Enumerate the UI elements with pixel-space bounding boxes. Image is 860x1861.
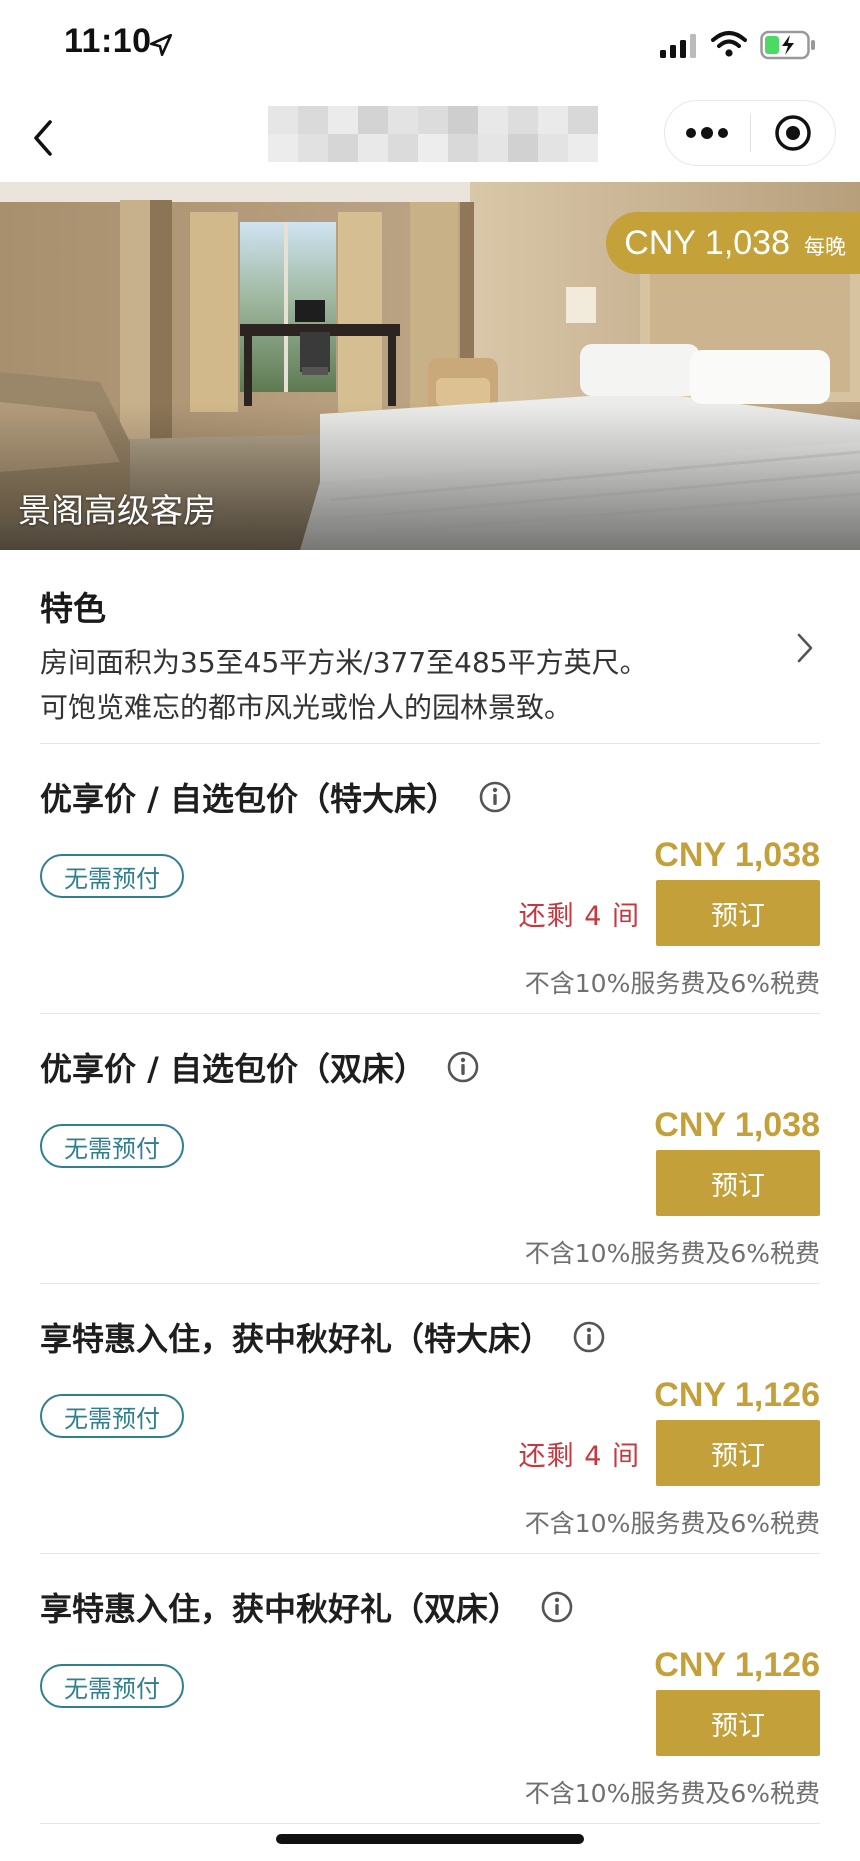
- tax-note: 不含10%服务费及6%税费: [524, 1779, 820, 1808]
- rate-option: 优享价 / 自选包价（特大床） 无需预付 CNY 1,038 还剩 4 间 预订…: [40, 744, 820, 1014]
- rate-price: CNY 1,038: [654, 836, 820, 874]
- book-button[interactable]: 预订: [656, 1690, 820, 1756]
- rate-title-text: 享特惠入住，获中秋好礼（双床）: [40, 1590, 521, 1628]
- rate-title-text: 享特惠入住，获中秋好礼（特大床）: [40, 1320, 553, 1358]
- nav-bar: [0, 92, 860, 182]
- more-button[interactable]: [665, 100, 750, 166]
- close-button[interactable]: [751, 100, 836, 166]
- wifi-icon: [711, 31, 747, 57]
- battery-charging-icon: [760, 30, 815, 60]
- hero-price: CNY 1,038: [624, 224, 790, 262]
- page-title-blurred: [268, 106, 598, 162]
- room-name: 景阁高级客房: [18, 491, 216, 530]
- target-close-icon: [775, 115, 811, 151]
- book-button[interactable]: 预订: [656, 880, 820, 946]
- rate-option: 享特惠入住，获中秋好礼（特大床） 无需预付 CNY 1,126 还剩 4 间 预…: [40, 1284, 820, 1554]
- rate-title: 优享价 / 自选包价（特大床）: [40, 774, 512, 820]
- rate-title: 优享价 / 自选包价（双床）: [40, 1044, 480, 1090]
- features-section[interactable]: 特色 房间面积为35至45平方米/377至485平方英尺。 可饱览难忘的都市风光…: [40, 550, 820, 744]
- features-heading: 特色: [40, 589, 106, 628]
- home-indicator[interactable]: [276, 1834, 584, 1844]
- no-prepay-badge: 无需预付: [40, 1664, 184, 1708]
- book-button[interactable]: 预订: [656, 1420, 820, 1486]
- room-details: 特色 房间面积为35至45平方米/377至485平方英尺。 可饱览难忘的都市风光…: [0, 550, 860, 1824]
- rooms-remaining: 还剩 4 间: [518, 1441, 640, 1472]
- chevron-right-icon: [797, 633, 813, 663]
- rate-title: 享特惠入住，获中秋好礼（双床）: [40, 1584, 574, 1630]
- features-line: 房间面积为35至45平方米/377至485平方英尺。: [40, 646, 648, 679]
- book-button[interactable]: 预订: [656, 1150, 820, 1216]
- tax-note: 不含10%服务费及6%税费: [524, 969, 820, 998]
- no-prepay-badge: 无需预付: [40, 854, 184, 898]
- rate-option: 享特惠入住，获中秋好礼（双床） 无需预付 CNY 1,126 预订 不含10%服…: [40, 1554, 820, 1824]
- info-circle-icon[interactable]: [540, 1590, 574, 1624]
- rooms-remaining: 还剩 4 间: [518, 901, 640, 932]
- tax-note: 不含10%服务费及6%税费: [524, 1239, 820, 1268]
- location-arrow-icon: [149, 33, 173, 57]
- tax-note: 不含10%服务费及6%税费: [524, 1509, 820, 1538]
- more-dots-icon: [686, 127, 729, 139]
- no-prepay-badge: 无需预付: [40, 1124, 184, 1168]
- room-hero-image: CNY 1,038 每晚 景阁高级客房: [0, 182, 860, 550]
- rate-price: CNY 1,038: [654, 1106, 820, 1144]
- mini-program-capsule: [664, 100, 836, 166]
- status-bar: 11:10: [0, 0, 860, 92]
- no-prepay-badge: 无需预付: [40, 1394, 184, 1438]
- info-circle-icon[interactable]: [446, 1050, 480, 1084]
- hero-price-unit: 每晚: [804, 235, 846, 259]
- info-circle-icon[interactable]: [572, 1320, 606, 1354]
- cellular-signal-icon: [660, 34, 696, 58]
- status-time: 11:10: [64, 22, 152, 60]
- features-line: 可饱览难忘的都市风光或怡人的园林景致。: [40, 691, 573, 724]
- back-chevron-icon[interactable]: [28, 114, 58, 162]
- rate-option: 优享价 / 自选包价（双床） 无需预付 CNY 1,038 预订 不含10%服务…: [40, 1014, 820, 1284]
- rate-title-text: 优享价 / 自选包价（双床）: [40, 1050, 426, 1088]
- rate-price: CNY 1,126: [654, 1646, 820, 1684]
- hero-price-tag: CNY 1,038 每晚: [606, 212, 860, 274]
- info-circle-icon[interactable]: [478, 780, 512, 814]
- rate-price: CNY 1,126: [654, 1376, 820, 1414]
- rate-title-text: 优享价 / 自选包价（特大床）: [40, 780, 458, 818]
- rate-title: 享特惠入住，获中秋好礼（特大床）: [40, 1314, 606, 1360]
